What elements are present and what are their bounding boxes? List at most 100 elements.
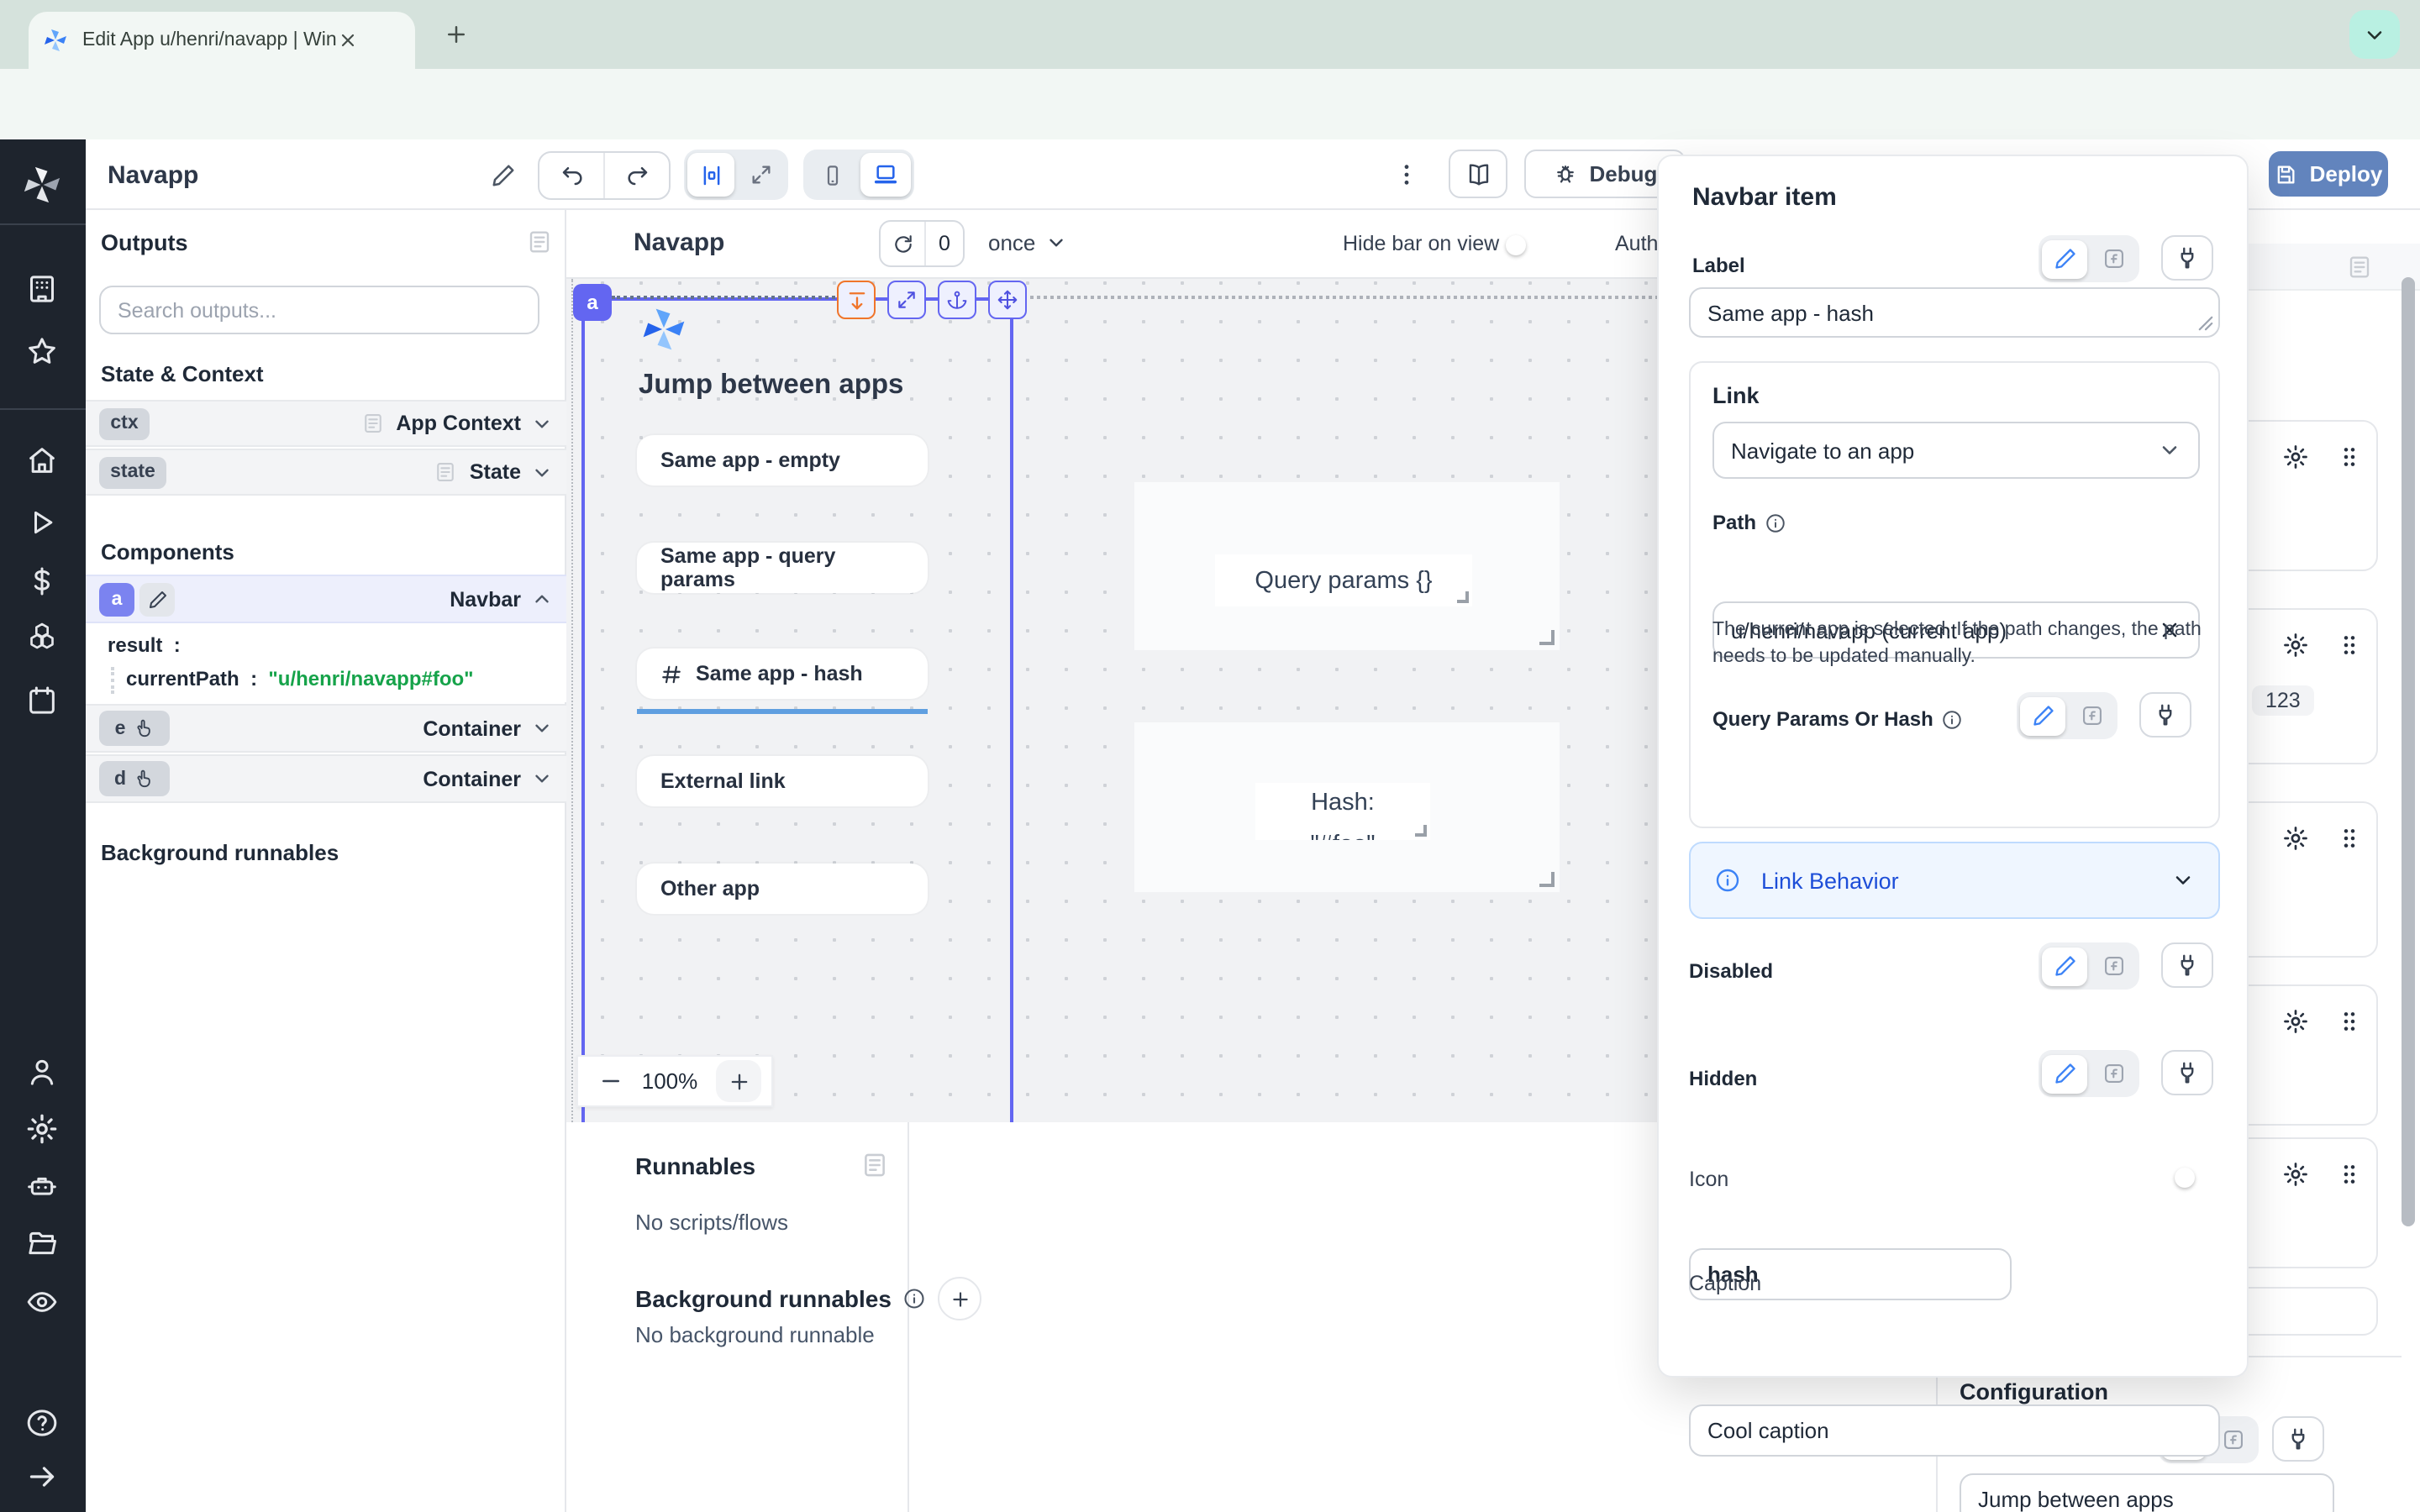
anchor-component-button[interactable]: [938, 281, 976, 319]
sidebar-item-workers-icon[interactable]: [25, 1169, 59, 1203]
mobile-preview-button[interactable]: [807, 153, 857, 197]
gear-icon[interactable]: [2282, 1161, 2309, 1188]
drag-handle-icon[interactable]: [2336, 1008, 2363, 1035]
link-behavior-collapsible[interactable]: Link Behavior: [1689, 842, 2220, 919]
fx-edit-button[interactable]: [2091, 947, 2136, 985]
redo-button[interactable]: [605, 153, 669, 198]
outputs-docs-icon[interactable]: [526, 228, 553, 255]
hash-container[interactable]: Hash: "#foo": [1134, 722, 1560, 892]
component-id-badge[interactable]: a: [573, 284, 612, 321]
sidebar-item-users-icon[interactable]: [25, 1055, 59, 1089]
rename-pencil-icon[interactable]: [491, 163, 516, 188]
sidebar-item-settings-icon[interactable]: [25, 1112, 59, 1146]
recompute-counter[interactable]: 0: [879, 220, 965, 267]
component-row-container-d[interactable]: d Container: [86, 754, 566, 803]
resize-corner[interactable]: [1415, 825, 1427, 837]
more-options-kebab-icon[interactable]: [1393, 161, 1420, 188]
nav-item-same-app-hash[interactable]: Same app - hash: [637, 648, 928, 699]
title-input[interactable]: Jump between apps: [1960, 1473, 2334, 1512]
caption-input[interactable]: Cool caption: [1689, 1404, 2220, 1457]
align-mode-button[interactable]: [687, 153, 734, 197]
resize-corner[interactable]: [1457, 591, 1469, 603]
zoom-in-button[interactable]: [716, 1060, 761, 1102]
runnables-docs-icon[interactable]: [860, 1151, 889, 1179]
fx-edit-button[interactable]: [2069, 696, 2114, 735]
fx-edit-button[interactable]: [2091, 239, 2136, 278]
zoom-out-icon[interactable]: [598, 1068, 623, 1094]
component-row-container-e[interactable]: e Container: [86, 704, 566, 753]
sidebar-item-favorites-icon[interactable]: [25, 334, 59, 368]
gear-icon[interactable]: [2282, 825, 2309, 852]
tab-close-icon[interactable]: [338, 30, 358, 50]
output-row-state[interactable]: state State: [86, 449, 566, 496]
drag-handle-icon[interactable]: [2336, 825, 2363, 852]
nav-item-other-app[interactable]: Other app: [637, 864, 928, 914]
navbar-item-popup: Navbar item Label Same app - hash Link N…: [1657, 155, 2249, 1378]
static-edit-button[interactable]: [2020, 696, 2065, 735]
gear-icon[interactable]: [2282, 444, 2309, 470]
connect-input-button[interactable]: [2161, 235, 2213, 281]
chevron-down-icon[interactable]: [531, 461, 553, 483]
sidebar-expand-icon[interactable]: [25, 1460, 59, 1494]
nav-item-same-app-query-params[interactable]: Same app - query params: [637, 543, 928, 593]
connect-input-button[interactable]: [2161, 942, 2213, 988]
query-params-container[interactable]: Query params {}: [1134, 482, 1560, 650]
fx-edit-button[interactable]: [2091, 1054, 2136, 1093]
chevron-up-icon[interactable]: [531, 588, 553, 610]
browser-tab[interactable]: Edit App u/henri/navapp | Win: [29, 12, 415, 69]
search-outputs-input[interactable]: Search outputs...: [99, 286, 539, 334]
drag-handle-icon[interactable]: [2336, 1161, 2363, 1188]
current-path-entry[interactable]: currentPath : "u/henri/navapp#foo": [126, 667, 474, 690]
gear-icon[interactable]: [2282, 632, 2309, 659]
label-input[interactable]: Same app - hash: [1689, 287, 2220, 338]
add-background-runnable-button[interactable]: [939, 1277, 982, 1320]
docs-button[interactable]: [1449, 150, 1507, 198]
query-params-text-box[interactable]: Query params {}: [1215, 554, 1472, 606]
sidebar-item-folders-icon[interactable]: [25, 1226, 59, 1260]
nav-item-external-link[interactable]: External link: [637, 756, 928, 806]
output-row-ctx[interactable]: ctx App Context: [86, 400, 566, 447]
expand-down-button[interactable]: [837, 281, 876, 319]
undo-button[interactable]: [539, 153, 605, 198]
component-row-navbar[interactable]: a Navbar: [86, 575, 566, 623]
static-edit-button[interactable]: [2042, 947, 2087, 985]
run-mode-select[interactable]: once: [988, 230, 1067, 255]
sidebar-item-resources-icon[interactable]: [25, 620, 59, 654]
static-edit-button[interactable]: [2042, 1054, 2087, 1093]
sidebar-item-runs-icon[interactable]: [25, 506, 59, 539]
textarea-resize-handle[interactable]: [2198, 316, 2213, 331]
edit-id-button[interactable]: [139, 582, 175, 616]
move-component-button[interactable]: [988, 281, 1027, 319]
sidebar-item-home-icon[interactable]: [25, 444, 59, 477]
chevron-down-icon[interactable]: [531, 768, 553, 790]
windmill-logo[interactable]: [20, 163, 64, 207]
scrollbar-thumb[interactable]: [2402, 277, 2415, 1226]
deploy-button[interactable]: Deploy: [2269, 151, 2388, 197]
connect-input-button[interactable]: [2139, 692, 2191, 738]
sidebar-item-schedules-icon[interactable]: [25, 684, 59, 717]
settings-docs-icon[interactable]: [2346, 254, 2373, 281]
sidebar-item-audit-icon[interactable]: [25, 1285, 59, 1319]
nav-item-same-app-empty[interactable]: Same app - empty: [637, 435, 928, 486]
hash-text-box[interactable]: Hash: "#foo": [1255, 783, 1430, 840]
chevron-down-icon[interactable]: [531, 412, 553, 434]
fullscreen-component-button[interactable]: [887, 281, 926, 319]
sidebar-item-workspace-icon[interactable]: [25, 272, 59, 306]
gear-icon[interactable]: [2282, 1008, 2309, 1035]
static-edit-button[interactable]: [2042, 239, 2087, 278]
connect-input-button[interactable]: [2272, 1416, 2324, 1462]
settings-scrollbar[interactable]: [2402, 257, 2417, 1500]
chevron-down-icon[interactable]: [531, 717, 553, 739]
resize-corner[interactable]: [1539, 872, 1555, 887]
chrome-profile-chevron-button[interactable]: [2349, 10, 2400, 59]
sidebar-item-help-icon[interactable]: [25, 1406, 59, 1440]
resize-corner[interactable]: [1539, 630, 1555, 645]
fullscreen-mode-button[interactable]: [738, 153, 785, 197]
link-type-select[interactable]: Navigate to an app: [1712, 422, 2200, 479]
connect-input-button[interactable]: [2161, 1050, 2213, 1095]
sidebar-item-variables-icon[interactable]: [25, 564, 59, 598]
drag-handle-icon[interactable]: [2336, 632, 2363, 659]
drag-handle-icon[interactable]: [2336, 444, 2363, 470]
desktop-preview-button[interactable]: [860, 153, 911, 197]
new-tab-icon[interactable]: [444, 22, 469, 47]
